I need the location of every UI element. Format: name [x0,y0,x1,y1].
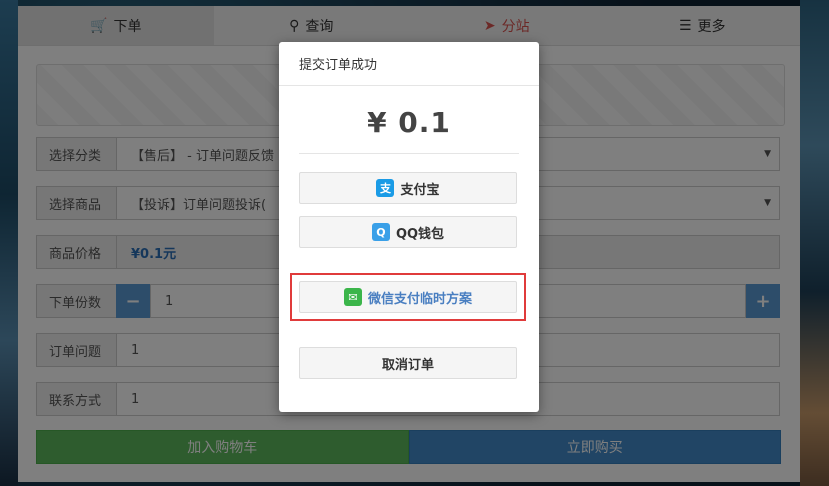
modal-title: 提交订单成功 [279,42,539,86]
order-amount: ¥ 0.1 [367,106,451,139]
divider [299,153,519,154]
alipay-icon: 支 [376,179,395,197]
qq-wallet-button[interactable]: Q QQ钱包 [299,216,517,248]
payment-modal: 提交订单成功 ¥ 0.1 支 支付宝 Q QQ钱包 ✉ 微信支付临时方案 取消订… [279,42,539,412]
cancel-order-button[interactable]: 取消订单 [299,347,517,379]
wechat-icon: ✉ [343,288,362,306]
qq-wallet-icon: Q [371,223,390,241]
alipay-button[interactable]: 支 支付宝 [299,172,517,204]
wechat-pay-button[interactable]: ✉ 微信支付临时方案 [299,281,517,313]
